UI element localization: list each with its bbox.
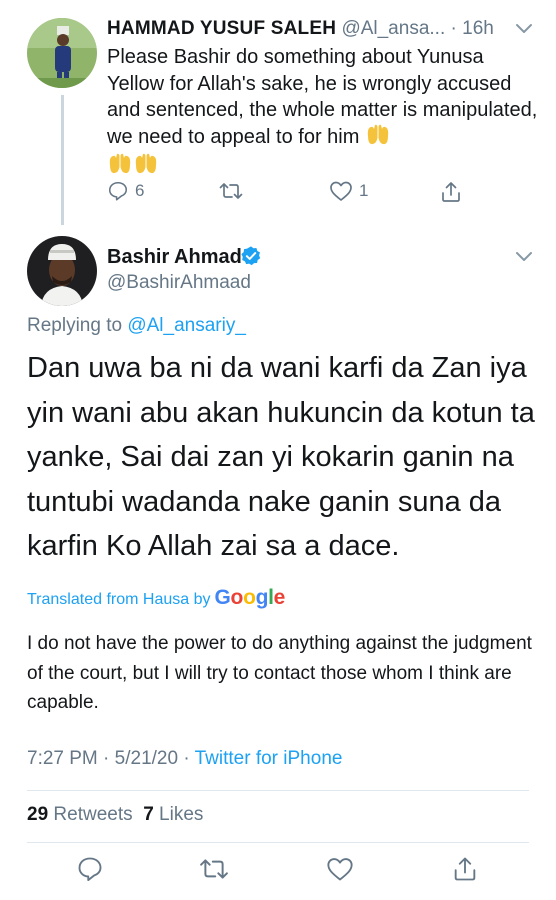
raised-hands-emoji bbox=[133, 153, 159, 183]
replying-to-line: Replying to @Al_ansariy_ bbox=[27, 315, 246, 337]
divider bbox=[27, 790, 529, 791]
parent-handle[interactable]: @Al_ansa... bbox=[341, 18, 445, 39]
meta-separator-1: · bbox=[103, 748, 110, 769]
reply-icon bbox=[108, 181, 128, 201]
raised-hands-emoji bbox=[365, 124, 391, 154]
parent-tweet-text: Please Bashir do something about Yunusa … bbox=[107, 44, 539, 183]
parent-header: HAMMAD YUSUF SALEH @Al_ansa... · 16h bbox=[107, 18, 547, 46]
thread-connector-line bbox=[61, 95, 64, 225]
share-icon bbox=[454, 857, 476, 881]
parent-reply-button[interactable]: 6 bbox=[107, 180, 144, 202]
retweet-count: 29 bbox=[27, 804, 49, 825]
share-button[interactable] bbox=[452, 855, 478, 888]
share-icon bbox=[442, 182, 460, 202]
tweet-time: 7:27 PM bbox=[27, 748, 98, 769]
main-tweet-text: Dan uwa ba ni da wani karfi da Zan iya y… bbox=[27, 352, 535, 562]
parent-retweet-button[interactable] bbox=[218, 180, 244, 202]
translated-from-text: Translated from Hausa by bbox=[27, 591, 211, 608]
reply-button[interactable] bbox=[76, 855, 104, 888]
parent-action-bar: 6 1 bbox=[107, 180, 467, 210]
main-display-name[interactable]: Bashir Ahmad bbox=[107, 246, 242, 269]
main-handle[interactable]: @BashirAhmaad bbox=[107, 272, 251, 294]
replying-to-label: Replying to bbox=[27, 315, 123, 336]
replying-to-mention[interactable]: @Al_ansariy_ bbox=[127, 315, 246, 336]
reply-icon bbox=[78, 857, 102, 882]
meta-separator-2: · bbox=[183, 748, 190, 769]
like-icon bbox=[330, 181, 352, 201]
chevron-down-icon[interactable] bbox=[515, 250, 533, 268]
parent-reply-count: 6 bbox=[135, 181, 145, 200]
parent-share-button[interactable] bbox=[440, 180, 462, 204]
google-logo: Google bbox=[214, 586, 286, 609]
retweets-stat[interactable]: 29 Retweets bbox=[27, 804, 133, 825]
chevron-down-icon[interactable] bbox=[515, 22, 533, 40]
retweet-button[interactable] bbox=[198, 855, 230, 888]
parent-tweet-body: Please Bashir do something about Yunusa … bbox=[107, 46, 538, 148]
like-label: Likes bbox=[159, 804, 204, 825]
parent-display-name[interactable]: HAMMAD YUSUF SALEH bbox=[107, 18, 336, 39]
retweet-icon bbox=[200, 859, 228, 879]
engagement-stats: 29 Retweets 7 Likes bbox=[27, 804, 203, 826]
parent-avatar[interactable] bbox=[27, 18, 97, 88]
tweet-source-link[interactable]: Twitter for iPhone bbox=[195, 748, 343, 769]
parent-time[interactable]: 16h bbox=[462, 18, 494, 39]
parent-separator: · bbox=[450, 18, 457, 39]
retweet-label: Retweets bbox=[53, 804, 133, 825]
parent-like-count: 1 bbox=[359, 181, 369, 200]
main-action-bar bbox=[0, 855, 556, 887]
like-icon bbox=[327, 858, 353, 881]
likes-stat[interactable]: 7 Likes bbox=[143, 804, 203, 825]
translated-text: I do not have the power to do anything a… bbox=[27, 633, 532, 713]
tweet-date: 5/21/20 bbox=[114, 748, 179, 769]
tweet-meta: 7:27 PM · 5/21/20 · Twitter for iPhone bbox=[27, 748, 342, 770]
parent-like-button[interactable]: 1 bbox=[329, 180, 368, 202]
verified-badge-icon bbox=[240, 245, 262, 272]
divider bbox=[27, 842, 529, 843]
parent-tweet[interactable]: HAMMAD YUSUF SALEH @Al_ansa... · 16h Ple… bbox=[0, 0, 556, 232]
like-count: 7 bbox=[143, 804, 154, 825]
main-avatar[interactable] bbox=[27, 236, 97, 306]
raised-hands-emoji bbox=[107, 153, 133, 183]
translated-from-label: Translated from Hausa by Google bbox=[27, 586, 285, 610]
retweet-icon bbox=[219, 183, 243, 199]
like-button[interactable] bbox=[326, 855, 354, 888]
